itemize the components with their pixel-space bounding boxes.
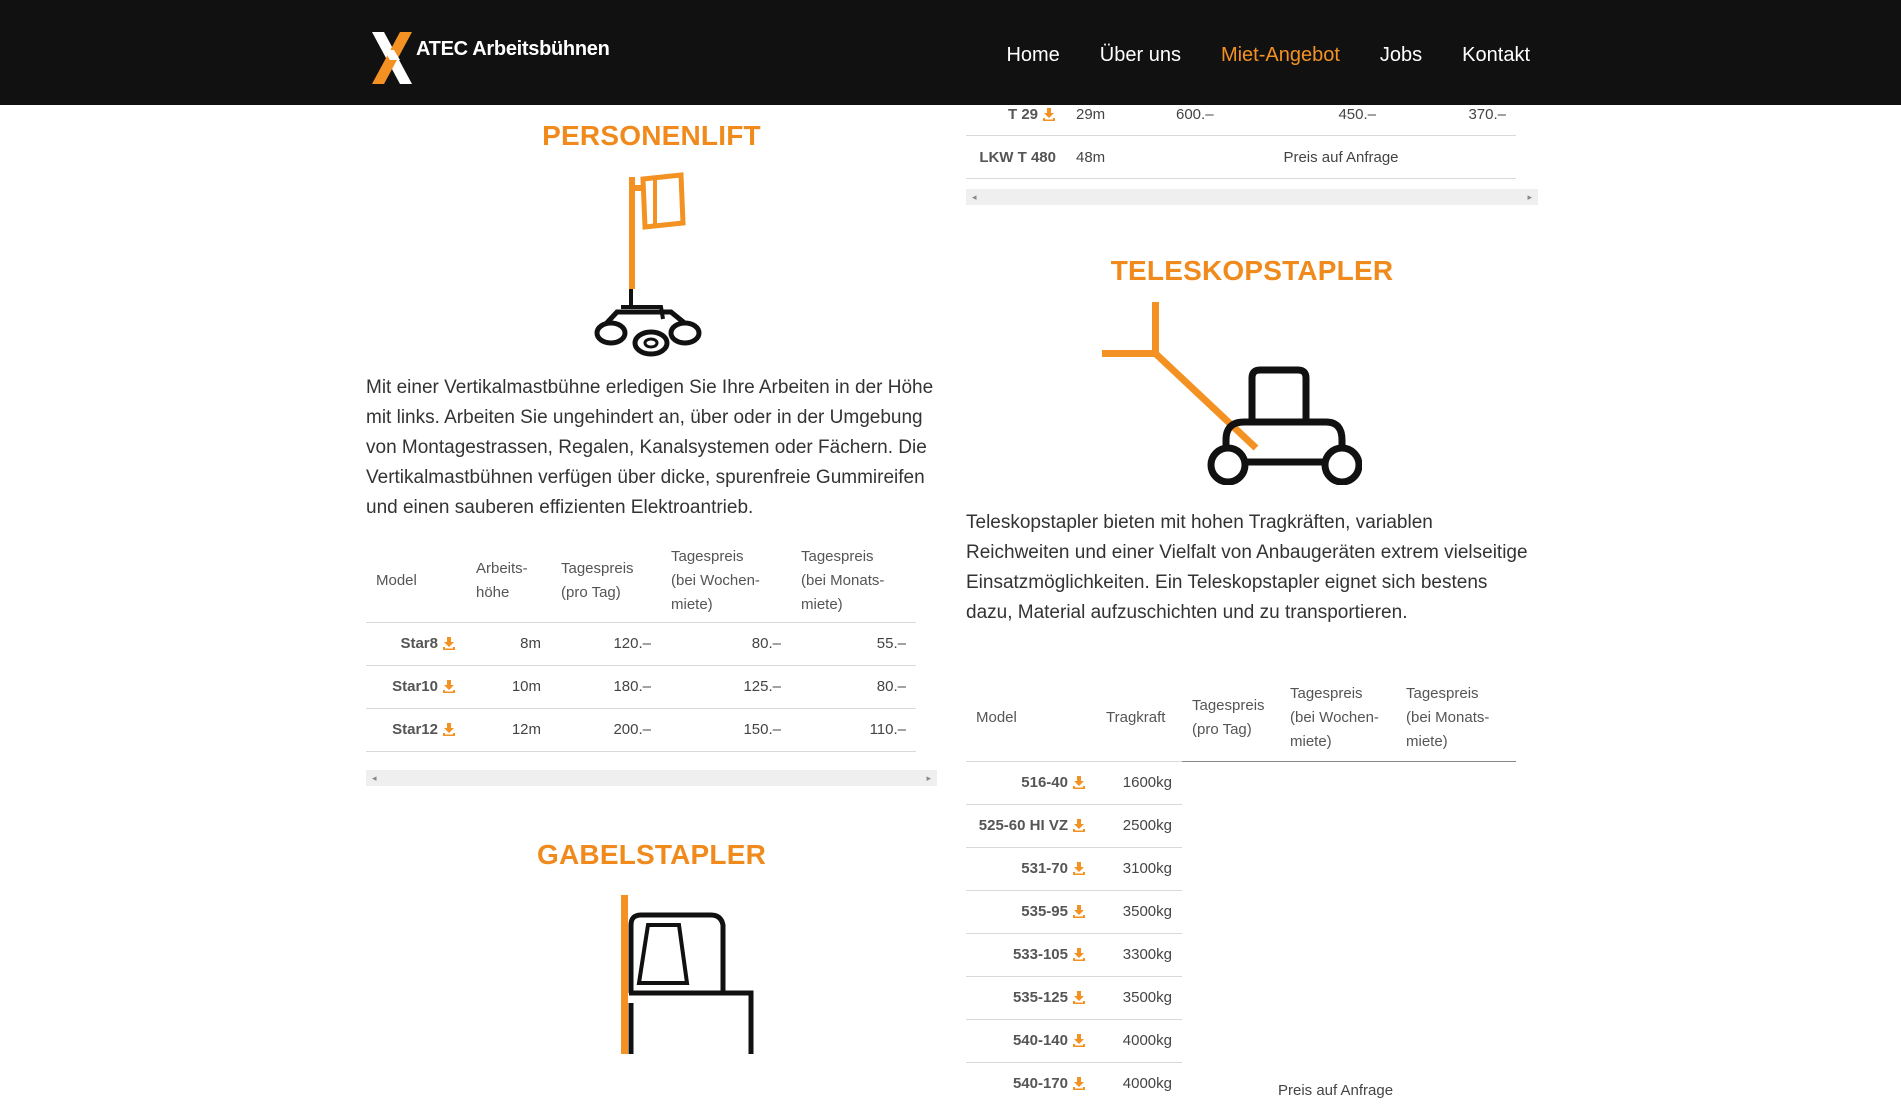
woche-cell: 150.– [661,707,791,751]
model-cell[interactable]: 525-60 HI VZ [966,803,1096,847]
tragkraft-cell: 3300kg [1096,932,1182,976]
monat-cell: 110.– [791,707,916,751]
model-cell[interactable]: 531-70 [966,846,1096,890]
download-icon[interactable] [442,679,456,693]
hoehe-cell: 10m [466,664,551,708]
woche-cell: 450.– [1338,105,1376,123]
scroll-right-icon[interactable]: ▸ [926,773,931,784]
tragkraft-cell: 3500kg [1096,889,1182,933]
tragkraft-cell: 3100kg [1096,846,1182,890]
site-header: ATEC Arbeitsbühnen Home Über uns Miet-An… [0,0,1901,105]
hoehe-cell: 29m [1076,105,1106,123]
table-row: Star12 12m 200.– 150.– 110.– [366,707,916,751]
hoehe-cell: 48m [1066,135,1166,179]
main-nav: Home Über uns Miet-Angebot Jobs Kontakt [966,44,1530,67]
model-cell[interactable]: 533-105 [966,932,1096,976]
th-model: Model [376,571,417,589]
th-arbeitshoehe: Arbeits-höhe [476,559,528,601]
download-icon[interactable] [1072,904,1086,918]
model-cell[interactable]: Star8 [366,621,466,665]
model-cell[interactable]: 540-170 [966,1061,1096,1105]
woche-cell: 80.– [661,621,791,665]
table-row: Star10 10m 180.– 125.– 80.– [366,664,916,708]
scroll-right-icon[interactable]: ▸ [1527,192,1532,203]
gabelstapler-illustration [621,895,754,1054]
personenlift-description: Mit einer Vertikalmastbühne erledigen Si… [366,377,934,518]
model-cell[interactable]: Star12 [366,707,466,751]
hubarbeitsbuehne-price-table-fragment: T 29 29m 600.– 450.– 370.– LKW T 480 48m… [966,93,1516,179]
th-monatsmiete: Tagespreis (bei Monats-miete) [1406,684,1490,750]
section-title-gabelstapler: GABELSTAPLER [537,839,766,870]
th-monatsmiete: Tagespreis (bei Monats-miete) [801,547,885,613]
model-cell[interactable]: LKW T 480 [966,135,1066,179]
tragkraft-cell: 1600kg [1096,760,1182,804]
preis-auf-anfrage-cell: Preis auf Anfrage [1278,1081,1394,1099]
site-logo[interactable]: ATEC Arbeitsbühnen [370,30,610,86]
tragkraft-cell: 4000kg [1096,1018,1182,1062]
model-cell[interactable]: T 29 [966,93,1066,136]
scroll-left-icon[interactable]: ◂ [972,192,977,203]
model-cell[interactable]: Star10 [366,664,466,708]
tragkraft-cell: 4000kg [1096,1061,1182,1105]
tag-cell: 200.– [551,707,661,751]
tag-cell: 180.– [551,664,661,708]
th-tagespreis: Tagespreis (pro Tag) [1192,696,1265,738]
tragkraft-cell: 2500kg [1096,803,1182,847]
personenlift-illustration [594,172,702,357]
preis-cell: Preis auf Anfrage [1166,135,1516,179]
model-cell[interactable]: 516-40 [966,760,1096,804]
top-table-scrollbar[interactable]: ◂ ▸ [966,189,1538,205]
tragkraft-cell: 3500kg [1096,975,1182,1019]
download-icon[interactable] [1072,1033,1086,1047]
download-icon[interactable] [1072,818,1086,832]
hoehe-cell: 8m [466,621,551,665]
download-icon[interactable] [1042,107,1056,121]
download-icon[interactable] [1072,947,1086,961]
teleskopstapler-illustration [1102,302,1362,485]
table-row: 516-40 1600kg Preis auf Anfrage [966,760,1516,1099]
table-row: T 29 29m 600.– 450.– 370.– [966,93,1516,136]
nav-kontakt[interactable]: Kontakt [1462,44,1530,67]
table-row: LKW T 480 48m Preis auf Anfrage [966,135,1516,179]
logo-x-icon [372,32,412,84]
tag-cell: 600.– [1176,105,1214,123]
logo-text: ATEC Arbeitsbühnen [416,38,610,60]
model-cell[interactable]: 540-140 [966,1018,1096,1062]
teleskopstapler-description: Teleskopstapler bieten mit hohen Tragkrä… [966,512,1528,623]
th-tragkraft: Tragkraft [1106,708,1166,726]
monat-cell: 370.– [1468,105,1506,123]
monat-cell: 55.– [791,621,916,665]
table-row: Star8 8m 120.– 80.– 55.– [366,621,916,665]
model-cell[interactable]: 535-95 [966,889,1096,933]
tag-cell: 120.– [551,621,661,665]
section-title-personenlift: PERSONENLIFT [542,120,761,151]
personenlift-table-scrollbar[interactable]: ◂ ▸ [366,770,937,786]
th-model: Model [976,708,1017,726]
nav-miet-angebot[interactable]: Miet-Angebot [1221,44,1340,67]
download-icon[interactable] [1072,775,1086,789]
teleskopstapler-price-table: Model Tragkraft Tagespreis (pro Tag) Tage… [966,675,1516,1105]
th-tagespreis: Tagespreis (pro Tag) [561,559,634,601]
nav-home[interactable]: Home [1006,44,1059,67]
nav-ueber-uns[interactable]: Über uns [1100,44,1181,67]
scroll-left-icon[interactable]: ◂ [372,773,377,784]
nav-jobs[interactable]: Jobs [1380,44,1422,67]
monat-cell: 80.– [791,664,916,708]
section-title-teleskopstapler: TELESKOPSTAPLER [1110,255,1394,286]
download-icon[interactable] [442,722,456,736]
hoehe-cell: 12m [466,707,551,751]
download-icon[interactable] [1072,990,1086,1004]
download-icon[interactable] [1072,861,1086,875]
th-wochenmiete: Tagespreis (bei Wochen-miete) [671,547,760,613]
th-wochenmiete: Tagespreis (bei Wochen-miete) [1290,684,1379,750]
model-cell[interactable]: 535-125 [966,975,1096,1019]
download-icon[interactable] [1072,1076,1086,1090]
download-icon[interactable] [442,636,456,650]
personenlift-price-table: Model Arbeits-höhe Tagespreis (pro Tag) T… [366,540,916,752]
woche-cell: 125.– [661,664,791,708]
